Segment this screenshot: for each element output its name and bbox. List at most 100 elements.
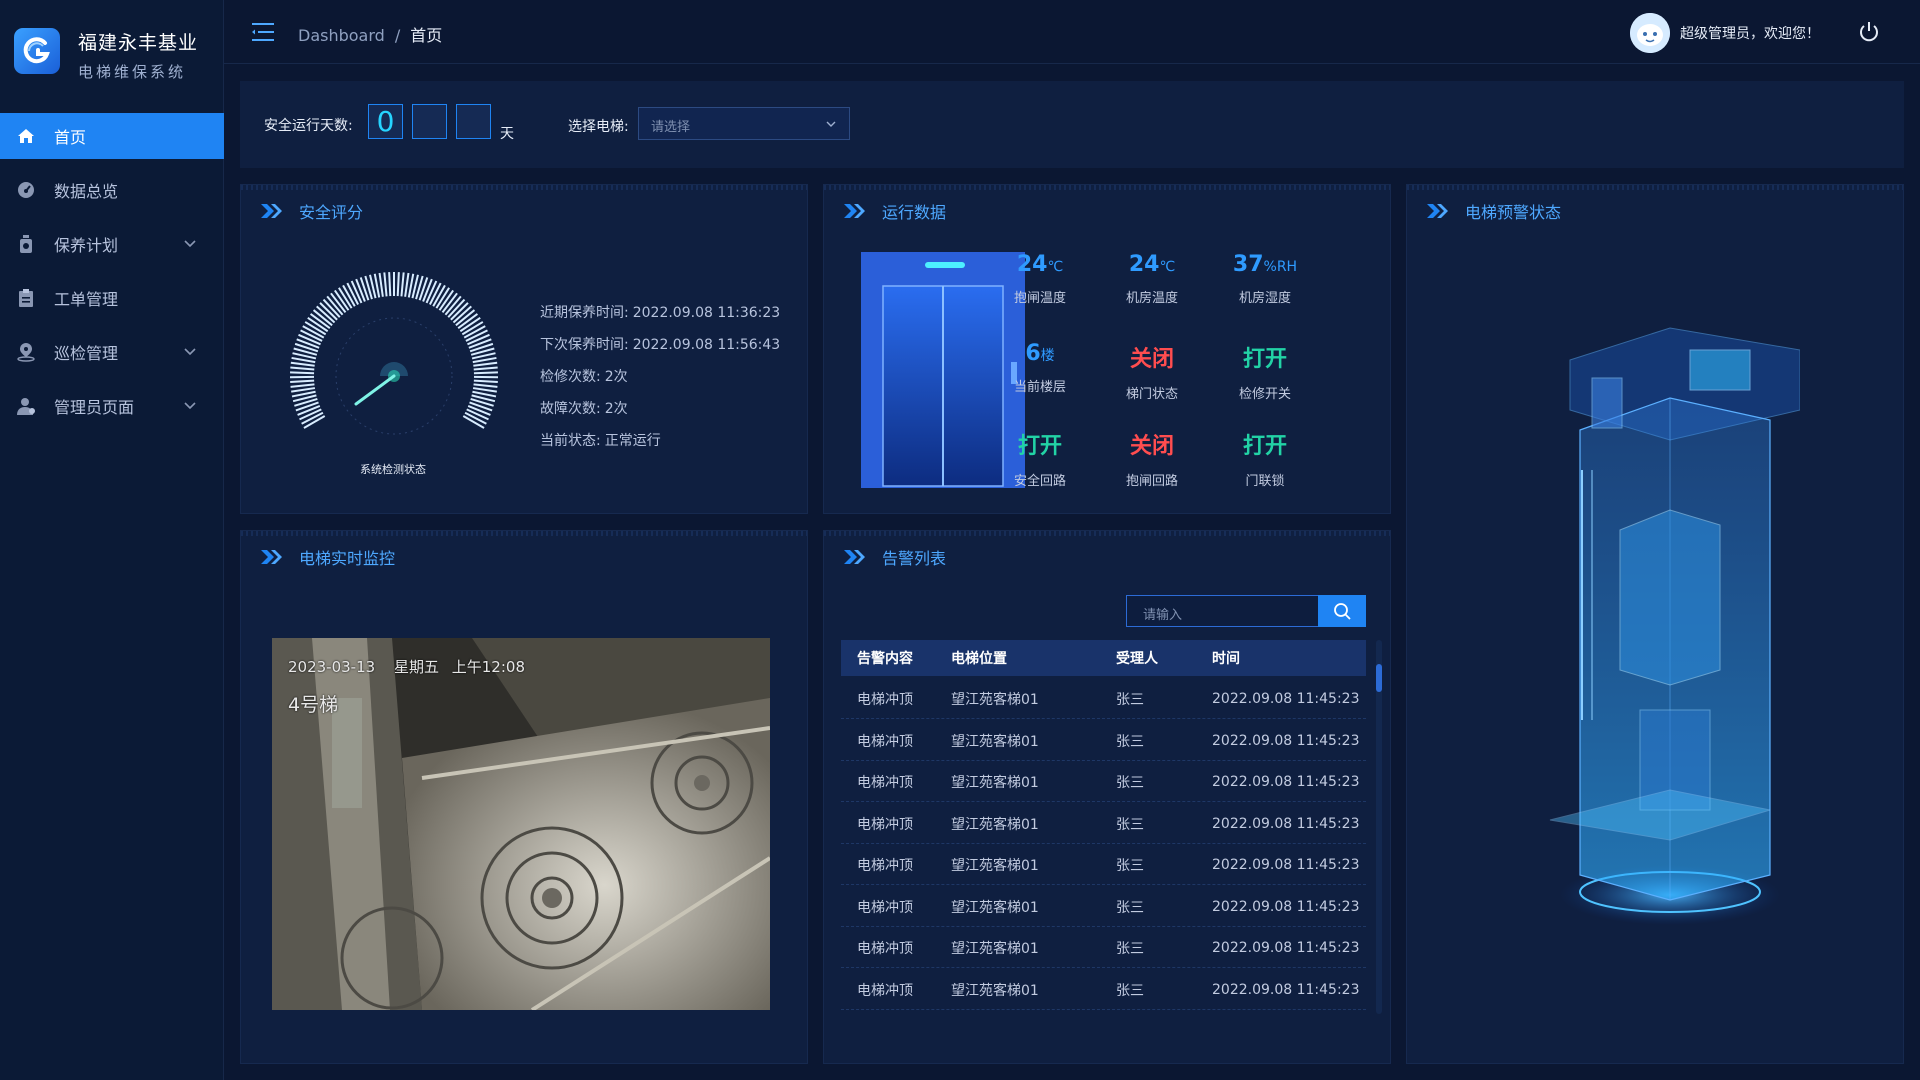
- camera-day: 星期五: [393, 658, 439, 676]
- metric-label: 机房温度: [1125, 291, 1178, 306]
- sidebar-item-label: 巡检管理: [54, 344, 119, 363]
- metric-label: 当前楼层: [1013, 380, 1066, 395]
- chevron-down-icon[interactable]: [182, 235, 198, 251]
- table-cell: 望江苑客梯01: [951, 733, 1039, 750]
- table-cell: 2022.09.08 11:45:23: [1212, 732, 1360, 749]
- table-row[interactable]: 电梯冲顶 望江苑客梯01 张三 2022.09.08 11:45:23: [841, 721, 1366, 761]
- gauge-tick: [355, 278, 366, 302]
- metric-value-wrap: 打开: [1210, 341, 1320, 373]
- sidebar-item-data-overview[interactable]: 数据总览: [0, 167, 224, 213]
- gauge-tick: [396, 272, 400, 297]
- panel-title: 电梯实时监控: [299, 549, 396, 568]
- table-cell: 望江苑客梯01: [951, 774, 1039, 791]
- metric-value-wrap: 24℃: [1097, 252, 1207, 277]
- gauge-tick: [297, 405, 321, 416]
- metric-value: 24: [1016, 252, 1048, 277]
- camera-image: [272, 638, 770, 1010]
- sidebar-item-inspection[interactable]: 巡检管理: [0, 329, 224, 375]
- header: Dashboard / 首页 超级管理员，欢迎您！: [224, 0, 1920, 64]
- table-cell: 2022.09.08 11:45:23: [1212, 815, 1360, 832]
- metric-card: 37%RH 机房湿度: [1210, 252, 1320, 306]
- sidebar-item-admin[interactable]: 管理员页面: [0, 383, 224, 429]
- metric-value-wrap: 打开: [985, 428, 1095, 460]
- table-cell: 2022.09.08 11:45:23: [1212, 856, 1360, 873]
- gauge-tick: [467, 405, 491, 416]
- safety-info-line: 当前状态: 正常运行: [540, 430, 661, 450]
- section-arrow-icon: [261, 550, 282, 564]
- gauge-tick: [291, 387, 316, 393]
- metric-label: 抱闸回路: [1125, 474, 1178, 489]
- table-cell: 张三: [1116, 982, 1144, 999]
- table-cell: 张三: [1116, 733, 1144, 750]
- table-row[interactable]: 电梯冲顶 望江苑客梯01 张三 2022.09.08 11:45:23: [841, 887, 1366, 927]
- info-label: 近期保养时间:: [540, 305, 629, 321]
- metric-value: 打开: [1017, 434, 1062, 459]
- scrollbar-thumb[interactable]: [1376, 664, 1382, 692]
- table-cell: 2022.09.08 11:45:23: [1212, 773, 1360, 790]
- table-cell: 张三: [1116, 940, 1144, 957]
- breadcrumb: Dashboard / 首页: [298, 22, 442, 46]
- safe-days-digit: [456, 104, 491, 139]
- metric-label: 安全回路: [1013, 474, 1066, 489]
- metric-value-wrap: 37%RH: [1210, 252, 1320, 277]
- column-header: 受理人: [1116, 651, 1158, 667]
- chevron-down-icon[interactable]: [182, 397, 198, 413]
- table-row[interactable]: 电梯冲顶 望江苑客梯01 张三 2022.09.08 11:45:23: [841, 679, 1366, 719]
- power-icon[interactable]: [1858, 21, 1880, 43]
- clipboard-icon: [16, 288, 36, 308]
- metric-label: 梯门状态: [1125, 387, 1178, 402]
- table-cell: 望江苑客梯01: [951, 691, 1039, 708]
- sidebar-item-maintenance-plan[interactable]: 保养计划: [0, 221, 224, 267]
- table-row[interactable]: 电梯冲顶 望江苑客梯01 张三 2022.09.08 11:45:23: [841, 845, 1366, 885]
- metric-card: 打开 检修开关: [1210, 341, 1320, 402]
- gauge-tick: [404, 272, 410, 297]
- table-cell: 张三: [1116, 691, 1144, 708]
- gauge-tick: [290, 361, 315, 367]
- table-row[interactable]: 电梯冲顶 望江苑客梯01 张三 2022.09.08 11:45:23: [841, 928, 1366, 968]
- alarm-search-input[interactable]: 请输入: [1126, 595, 1326, 627]
- table-cell: 电梯冲顶: [857, 733, 913, 750]
- sidebar-item-label: 数据总览: [54, 182, 119, 201]
- breadcrumb-dashboard[interactable]: Dashboard: [298, 26, 385, 45]
- table-cell: 望江苑客梯01: [951, 940, 1039, 957]
- search-icon: [1334, 603, 1351, 620]
- brand-title: 福建永丰基业: [78, 32, 199, 54]
- metric-unit: %RH: [1263, 259, 1298, 275]
- sidebar-item-work-orders[interactable]: 工单管理: [0, 275, 224, 321]
- elevator-3d-model: [1549, 327, 1800, 925]
- avatar[interactable]: [1630, 13, 1670, 53]
- gauge-tick: [400, 272, 405, 297]
- info-value: 2022.09.08 11:36:23: [632, 305, 781, 321]
- metric-value: 关闭: [1129, 434, 1174, 459]
- table-cell: 电梯冲顶: [857, 982, 913, 999]
- table-cell: 2022.09.08 11:45:23: [1212, 898, 1360, 915]
- table-row[interactable]: 电梯冲顶 望江苑客梯01 张三 2022.09.08 11:45:23: [841, 804, 1366, 844]
- gauge-tick: [290, 371, 315, 375]
- gauge-tick: [473, 383, 498, 388]
- welcome-text: 超级管理员，欢迎您！: [1680, 26, 1820, 42]
- panel-title: 运行数据: [882, 203, 947, 222]
- table-row[interactable]: 电梯冲顶 望江苑客梯01 张三 2022.09.08 11:45:23: [841, 970, 1366, 1010]
- alarm-table-header: 告警内容 电梯位置 受理人 时间: [841, 640, 1366, 676]
- gauge-tick: [473, 371, 498, 375]
- chevron-down-icon[interactable]: [182, 343, 198, 359]
- gauge-tick: [473, 379, 498, 384]
- metric-card: 打开 安全回路: [985, 428, 1095, 489]
- info-value: 2次: [604, 401, 628, 417]
- search-button[interactable]: [1318, 595, 1366, 627]
- camera-feed[interactable]: 2023-03-13 星期五 上午12:08 4号梯: [272, 638, 770, 1010]
- table-cell: 电梯冲顶: [857, 857, 913, 874]
- sidebar-menu: 首页 数据总览 保养计划 工单管理 巡检管理 管理员页面: [0, 113, 224, 437]
- alarm-table-scrollbar[interactable]: [1376, 640, 1382, 1014]
- sidebar-item-home[interactable]: 首页: [0, 113, 224, 159]
- table-cell: 电梯冲顶: [857, 816, 913, 833]
- brand-logo: [14, 28, 60, 74]
- metric-card: 6楼 当前楼层: [985, 341, 1095, 395]
- select-elevator-label: 选择电梯:: [568, 119, 629, 135]
- menu-toggle-icon[interactable]: [252, 22, 276, 42]
- camera-elevator-label: 4号梯: [288, 694, 339, 716]
- table-row[interactable]: 电梯冲顶 望江苑客梯01 张三 2022.09.08 11:45:23: [841, 762, 1366, 802]
- section-arrow-icon: [844, 550, 865, 564]
- metric-unit: 楼: [1040, 348, 1055, 364]
- elevator-select[interactable]: 请选择: [638, 107, 850, 140]
